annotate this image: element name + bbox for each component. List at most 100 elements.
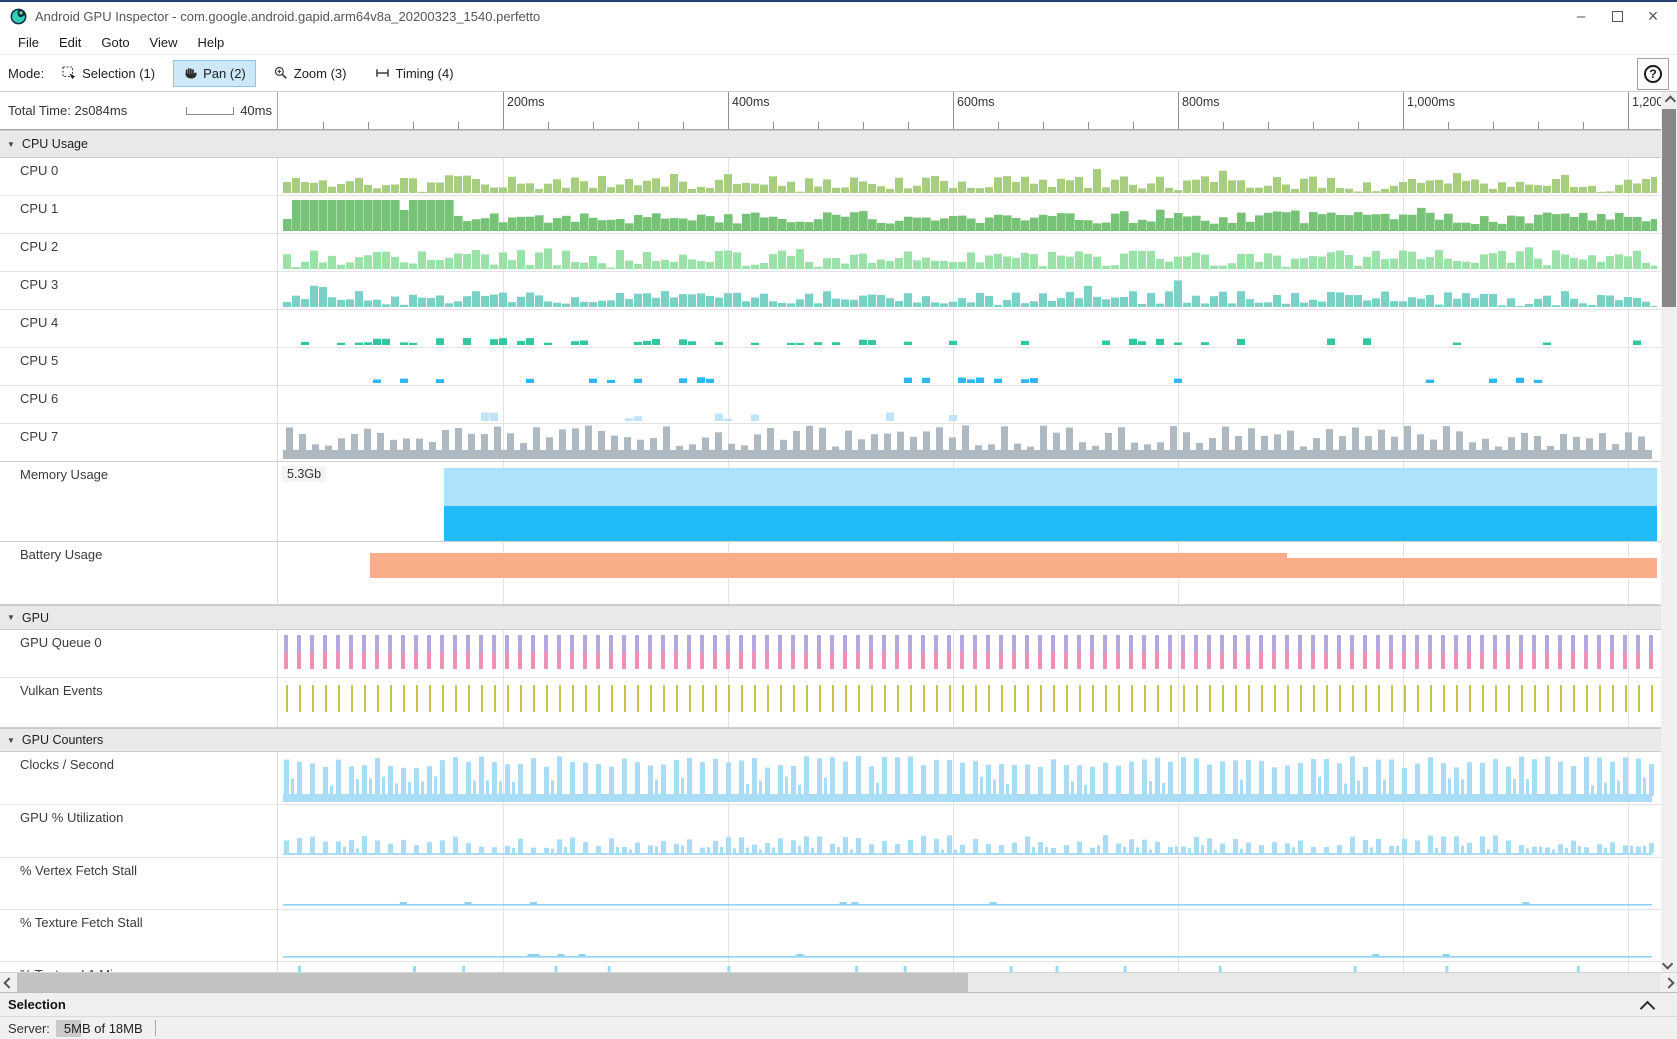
- track-chart-cpu-2[interactable]: [278, 234, 1661, 271]
- track-chart-vertex-fetch-stall[interactable]: [278, 858, 1661, 909]
- menu-goto[interactable]: Goto: [91, 31, 139, 54]
- status-separator: [155, 1020, 156, 1036]
- track-row-texture-fetch-stall: % Texture Fetch Stall: [0, 910, 1661, 962]
- menu-edit[interactable]: Edit: [49, 31, 91, 54]
- minimize-button[interactable]: –: [1563, 2, 1599, 30]
- zoom-mode-button[interactable]: Zoom (3): [264, 60, 357, 87]
- collapse-chevron-icon[interactable]: [1640, 1001, 1656, 1017]
- track-row-memory-usage: Memory Usage5.3Gb: [0, 462, 1661, 542]
- scroll-right-button[interactable]: [1660, 973, 1677, 992]
- horizontal-scroll-thumb[interactable]: [17, 973, 968, 992]
- track-label-memory-usage: Memory Usage: [0, 462, 278, 541]
- ruler-minor-tick: [998, 122, 999, 129]
- pan-mode-button[interactable]: Pan (2): [173, 60, 256, 87]
- window-controls: – ×: [1563, 2, 1671, 30]
- track-chart-vulkan-events[interactable]: [278, 678, 1661, 727]
- track-label-vulkan-events: Vulkan Events: [0, 678, 278, 727]
- ruler-tick-label: 1,000ms: [1407, 95, 1455, 109]
- title-bar: Android GPU Inspector - com.google.andro…: [0, 2, 1677, 30]
- ruler-tick-label: 800ms: [1182, 95, 1220, 109]
- track-chart-cpu-0[interactable]: [278, 158, 1661, 195]
- track-row-cpu-2: CPU 2: [0, 234, 1661, 272]
- ruler-minor-tick: [1448, 122, 1449, 129]
- collapse-caret-icon: ▼: [7, 736, 15, 745]
- chevron-left-icon: [3, 977, 14, 988]
- ruler-tick-label: 600ms: [957, 95, 995, 109]
- ruler-minor-tick: [1493, 122, 1494, 129]
- track-label-cpu-2: CPU 2: [0, 234, 278, 271]
- zoom-magnifier-icon: [274, 66, 288, 80]
- ruler-ticks[interactable]: 200ms400ms600ms800ms1,000ms1,200ms: [278, 92, 1661, 129]
- ruler-major-tick: [728, 92, 729, 129]
- ruler-tick-label: 200ms: [507, 95, 545, 109]
- scale-label: 40ms: [240, 103, 272, 118]
- track-row-vertex-fetch-stall: % Vertex Fetch Stall: [0, 858, 1661, 910]
- section-title: GPU: [22, 611, 49, 625]
- track-label-cpu-1: CPU 1: [0, 196, 278, 233]
- help-button[interactable]: ?: [1637, 58, 1669, 90]
- scale-bracket-icon: [186, 107, 234, 115]
- scroll-down-button[interactable]: [1661, 955, 1677, 972]
- ruler-minor-tick: [458, 122, 459, 129]
- track-chart-battery-usage[interactable]: [278, 542, 1661, 604]
- track-chart-gpu-utilization[interactable]: [278, 805, 1661, 857]
- track-label-clocks-second: Clocks / Second: [0, 752, 278, 804]
- tracks-viewport: ▼CPU UsageCPU 0CPU 1CPU 2CPU 3CPU 4CPU 5…: [0, 130, 1661, 972]
- ruler-tick-label: 1,200ms: [1632, 95, 1661, 109]
- track-chart-texture-l1-miss[interactable]: [278, 962, 1661, 972]
- track-chart-cpu-7[interactable]: [278, 424, 1661, 461]
- track-row-cpu-3: CPU 3: [0, 272, 1661, 310]
- timing-mode-button[interactable]: Timing (4): [365, 60, 464, 87]
- selection-panel-header[interactable]: Selection: [0, 992, 1677, 1016]
- server-label: Server:: [8, 1021, 50, 1036]
- track-chart-cpu-6[interactable]: [278, 386, 1661, 423]
- ruler-minor-tick: [1043, 122, 1044, 129]
- status-bar: Server: 5MB of 18MB: [0, 1016, 1677, 1039]
- menu-file[interactable]: File: [8, 31, 49, 54]
- section-header-cpu-usage[interactable]: ▼CPU Usage: [0, 130, 1661, 158]
- ruler-minor-tick: [593, 122, 594, 129]
- mode-label: Mode:: [8, 66, 44, 81]
- menu-help[interactable]: Help: [188, 31, 235, 54]
- server-memory-progress: 5MB of 18MB: [56, 1020, 144, 1037]
- section-header-gpu-counters[interactable]: ▼GPU Counters: [0, 728, 1661, 752]
- selection-panel-title: Selection: [8, 997, 66, 1012]
- section-header-gpu[interactable]: ▼GPU: [0, 605, 1661, 630]
- track-chart-clocks-second[interactable]: [278, 752, 1661, 804]
- track-chart-cpu-5[interactable]: [278, 348, 1661, 385]
- ruler-minor-tick: [638, 122, 639, 129]
- maximize-button[interactable]: [1599, 2, 1635, 30]
- horizontal-scrollbar[interactable]: [0, 972, 1677, 992]
- track-label-texture-fetch-stall: % Texture Fetch Stall: [0, 910, 278, 961]
- track-row-battery-usage: Battery Usage: [0, 542, 1661, 605]
- ruler-minor-tick: [1268, 122, 1269, 129]
- chevron-up-icon: [1665, 95, 1676, 106]
- vertical-scrollbar[interactable]: [1661, 92, 1677, 972]
- track-label-texture-l1-miss: % Texture L1 Miss: [0, 962, 278, 972]
- menu-view[interactable]: View: [140, 31, 188, 54]
- track-chart-cpu-1[interactable]: [278, 196, 1661, 233]
- close-button[interactable]: ×: [1635, 2, 1671, 30]
- memory-value-label: 5.3Gb: [282, 466, 326, 482]
- track-row-cpu-0: CPU 0: [0, 158, 1661, 196]
- server-memory-text: 5MB of 18MB: [56, 1021, 143, 1036]
- ruler-minor-tick: [413, 122, 414, 129]
- scroll-left-button[interactable]: [0, 973, 17, 992]
- selection-mode-button[interactable]: Selection (1): [52, 60, 165, 87]
- ruler-minor-tick: [863, 122, 864, 129]
- menu-bar: FileEditGotoViewHelp: [0, 30, 1677, 55]
- track-label-cpu-6: CPU 6: [0, 386, 278, 423]
- total-time-label: Total Time: 2s084ms: [8, 103, 127, 118]
- pan-mode-label: Pan (2): [203, 66, 246, 81]
- ruler-minor-tick: [548, 122, 549, 129]
- toolbar: Mode: Selection (1) Pan (2) Zoom (3) Timing…: [0, 55, 1677, 92]
- ruler-minor-tick: [1133, 122, 1134, 129]
- scroll-up-button[interactable]: [1661, 92, 1677, 109]
- track-chart-texture-fetch-stall[interactable]: [278, 910, 1661, 961]
- track-chart-gpu-queue-0[interactable]: [278, 630, 1661, 677]
- vertical-scroll-thumb[interactable]: [1662, 109, 1676, 307]
- track-chart-memory-usage[interactable]: 5.3Gb: [278, 462, 1661, 541]
- track-label-cpu-3: CPU 3: [0, 272, 278, 309]
- track-chart-cpu-3[interactable]: [278, 272, 1661, 309]
- track-chart-cpu-4[interactable]: [278, 310, 1661, 347]
